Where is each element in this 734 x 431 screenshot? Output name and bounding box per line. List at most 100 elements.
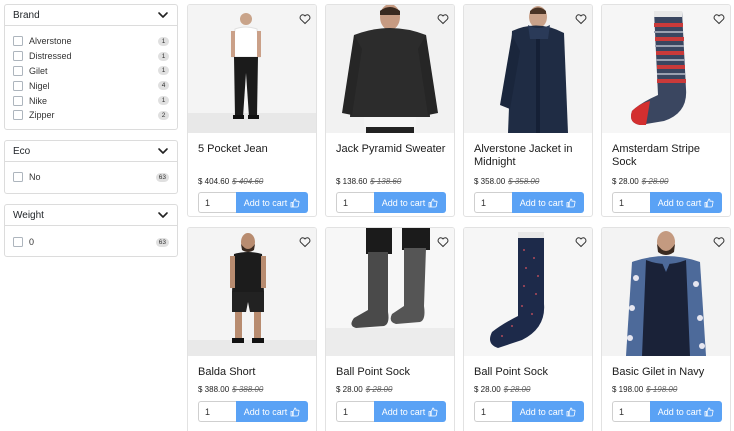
product-title[interactable]: Balda Short [198,366,310,379]
option-label: No [29,172,41,183]
filter-option-0[interactable]: 0 63 [13,235,169,250]
add-to-cart-button[interactable]: Add to cart [374,192,446,213]
count-badge: 4 [158,81,169,91]
thumbs-up-icon [428,407,438,416]
chevron-down-icon[interactable] [157,209,169,221]
product-title[interactable]: Ball Point Sock [474,366,586,379]
heart-outline-icon[interactable] [575,236,587,248]
product-image[interactable] [326,228,454,356]
filter-title: Weight [13,209,44,221]
heart-outline-icon[interactable] [713,13,725,25]
quantity-input[interactable] [198,192,236,213]
current-price: $ 28.00 [336,385,363,394]
add-to-cart-button[interactable]: Add to cart [512,401,584,422]
add-to-cart-label: Add to cart [243,197,288,208]
heart-outline-icon[interactable] [437,13,449,25]
product-image[interactable] [464,228,592,356]
filter-option-distressed[interactable]: Distressed 1 [13,49,169,64]
old-price: $ 28.00 [503,385,531,394]
add-to-cart-label: Add to cart [519,406,564,417]
quantity-input[interactable] [612,401,650,422]
add-to-cart-label: Add to cart [519,197,564,208]
quantity-input[interactable] [612,192,650,213]
heart-outline-icon[interactable] [713,236,725,248]
product-card: Amsterdam Stripe Sock $ 28.00$ 28.00 Add… [601,4,731,217]
thumbs-up-icon [290,198,300,207]
product-image[interactable] [326,5,454,133]
filter-title: Eco [13,145,31,157]
product-card: 5 Pocket Jean $ 404.60$ 404.60 Add to ca… [187,4,317,217]
product-image[interactable] [602,228,730,356]
heart-outline-icon[interactable] [575,13,587,25]
count-badge: 63 [155,172,169,182]
filter-option-nigel[interactable]: Nigel 4 [13,78,169,93]
current-price: $ 358.00 [474,177,506,186]
option-label: Distressed [29,51,72,62]
current-price: $ 198.00 [612,385,644,394]
filter-option-nike[interactable]: Nike 1 [13,93,169,108]
product-title[interactable]: Amsterdam Stripe Sock [612,143,724,169]
product-card: Ball Point Sock $ 28.00$ 28.00 Add to ca… [463,227,593,431]
product-title[interactable]: Alverstone Jacket in Midnight [474,143,586,169]
quantity-input[interactable] [474,401,512,422]
filter-option-no[interactable]: No 63 [13,170,169,185]
filter-brand-header[interactable]: Brand [5,5,177,26]
price: $ 404.60 $ 404.60 [198,177,263,186]
checkbox[interactable] [13,237,23,248]
checkbox[interactable] [13,95,23,106]
add-to-cart-label: Add to cart [657,406,702,417]
checkbox[interactable] [13,36,23,47]
filter-weight-header[interactable]: Weight [5,205,177,226]
quantity-input[interactable] [336,401,374,422]
filter-option-zipper[interactable]: Zipper 2 [13,108,169,123]
product-title[interactable]: Ball Point Sock [336,366,448,379]
chevron-down-icon[interactable] [157,145,169,157]
count-badge: 1 [158,66,169,76]
price: $ 198.00 $ 198.00 [612,385,677,394]
quantity-input[interactable] [198,401,236,422]
quantity-input[interactable] [474,192,512,213]
add-to-cart-button[interactable]: Add to cart [374,401,446,422]
filter-weight: Weight 0 63 [4,204,178,257]
heart-outline-icon[interactable] [437,236,449,248]
heart-outline-icon[interactable] [299,13,311,25]
product-image[interactable] [602,5,730,133]
add-to-cart-button[interactable]: Add to cart [650,401,722,422]
man-white-tee-black-jeans-icon [188,5,316,133]
product-title[interactable]: Jack Pyramid Sweater [336,143,448,156]
current-price: $ 28.00 [474,385,501,394]
product-image[interactable] [188,5,316,133]
product-image[interactable] [188,228,316,356]
current-price: $ 28.00 [612,177,639,186]
quantity-input[interactable] [336,192,374,213]
chevron-down-icon[interactable] [157,9,169,21]
add-to-cart-button[interactable]: Add to cart [512,192,584,213]
filter-brand: Brand Alverstone 1 Distressed 1 Gilet 1 Nig… [4,4,178,130]
product-title[interactable]: Basic Gilet in Navy [612,366,724,379]
option-label: Alverstone [29,36,72,47]
count-badge: 63 [155,237,169,247]
add-to-cart-button[interactable]: Add to cart [236,192,308,213]
option-label: Nigel [29,80,50,91]
product-image[interactable] [464,5,592,133]
checkbox[interactable] [13,80,23,91]
add-to-cart-button[interactable]: Add to cart [236,401,308,422]
filter-option-gilet[interactable]: Gilet 1 [13,64,169,79]
checkbox[interactable] [13,65,23,76]
price: $ 28.00 $ 28.00 [612,177,668,186]
checkbox[interactable] [13,51,23,62]
old-price: $ 388.00 [232,385,264,394]
checkbox[interactable] [13,172,23,183]
filter-eco-header[interactable]: Eco [5,141,177,162]
checkbox[interactable] [13,110,23,121]
filter-option-alverstone[interactable]: Alverstone 1 [13,34,169,49]
count-badge: 1 [158,51,169,61]
product-card: Jack Pyramid Sweater $ 138.60$ 138.60 Ad… [325,4,455,217]
count-badge: 1 [158,36,169,46]
product-title[interactable]: 5 Pocket Jean [198,143,310,156]
old-price: $ 358.00 [508,177,540,186]
option-label: Zipper [29,110,55,121]
heart-outline-icon[interactable] [299,236,311,248]
add-to-cart-button[interactable]: Add to cart [650,192,722,213]
option-label: 0 [29,237,35,248]
